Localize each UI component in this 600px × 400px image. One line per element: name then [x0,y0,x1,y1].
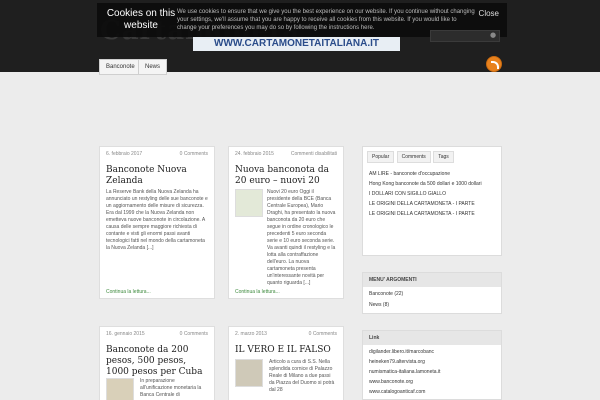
post-card: 16. gennaio 2015 0 Comments Banconote da… [99,326,215,400]
cookie-close-button[interactable]: Close [479,9,499,18]
category-name[interactable]: Banconote [369,291,393,297]
tab-comments[interactable]: Comments [396,151,431,163]
cookie-title: Cookies on this website [106,8,176,31]
category-item: Banconote (22) [369,291,403,298]
widget-title: MENU' ARGOMENTI [363,273,501,287]
tab-tags[interactable]: Tags [433,151,454,163]
popular-list: AM LIRE - banconote d'occupazione Hong K… [369,171,495,218]
post-thumbnail[interactable] [235,359,263,387]
post-meta: 6. febbraio 2017 0 Comments [106,151,208,157]
post-comments-link[interactable]: 0 Comments [309,331,337,337]
post-date: 24. febbraio 2015 [235,151,274,157]
post-meta: 16. gennaio 2015 0 Comments [106,331,208,337]
nav-bar [0,62,600,72]
list-item[interactable]: Hong Kong banconote da 500 dollari e 100… [369,181,495,188]
links-widget: Link digilander.libero.it/marcobanc hein… [362,330,502,400]
post-excerpt: Nuovi 20 euro Oggi il presidente della B… [267,189,336,286]
category-count: (22) [394,291,404,297]
list-item[interactable]: AM LIRE - banconote d'occupazione [369,171,495,178]
nav-item-banconote[interactable]: Banconote [99,59,142,75]
search-icon[interactable]: ● [490,31,496,39]
list-item[interactable]: LE ORIGINI DELLA CARTAMONETA - I PARTE [369,201,495,208]
post-excerpt: La Reserve Bank della Nuova Zelanda ha a… [106,189,208,251]
link-item[interactable]: heineken79.altervista.org [369,359,440,366]
post-comments-link[interactable]: 0 Comments [180,331,208,337]
post-title[interactable]: Banconote da 200 pesos, 500 pesos, 1000 … [106,345,208,378]
category-name[interactable]: News [369,302,382,308]
list-item[interactable]: I DOLLARI CON SIGILLO GIALLO [369,191,495,198]
rss-icon[interactable] [486,56,502,72]
post-thumbnail[interactable] [106,378,134,400]
post-date: 16. gennaio 2015 [106,331,145,337]
post-date: 6. febbraio 2017 [106,151,143,157]
link-item[interactable]: www.catalogoanticaf.com [369,389,440,396]
category-item: News (8) [369,302,403,309]
category-count: (8) [382,302,390,308]
post-title[interactable]: IL VERO E IL FALSO [235,345,337,356]
post-comments-link[interactable]: 0 Comments [180,151,208,157]
read-more-link[interactable]: Continua la lettura... [106,289,151,295]
nav-item-news[interactable]: News [138,59,168,75]
read-more-link[interactable]: Continua la lettura... [235,289,280,295]
post-title[interactable]: Banconote Nuova Zelanda [106,165,208,187]
post-card: 6. febbraio 2017 0 Comments Banconote Nu… [99,146,215,299]
post-meta: 24. febbraio 2015 Commenti disabilitati [235,151,337,157]
link-item[interactable]: numismatica-italiana.lamoneta.it [369,369,440,376]
link-item[interactable]: digilander.libero.it/marcobanc [369,349,440,356]
categories-list: Banconote (22) News (8) [369,291,403,309]
post-card: 2. marzo 2013 0 Comments IL VERO E IL FA… [228,326,344,400]
post-date: 2. marzo 2013 [235,331,267,337]
post-thumbnail[interactable] [235,189,263,217]
sidebar-tabs-widget: Popular Comments Tags AM LIRE - banconot… [362,146,502,256]
categories-widget: MENU' ARGOMENTI Banconote (22) News (8) [362,272,502,314]
post-meta: 2. marzo 2013 0 Comments [235,331,337,337]
post-excerpt: In preparazione all'unificazione monetar… [140,378,202,398]
tab-popular[interactable]: Popular [367,151,395,163]
links-list: digilander.libero.it/marcobanc heineken7… [369,349,440,396]
post-card: 24. febbraio 2015 Commenti disabilitati … [228,146,344,299]
sidebar-tabs: Popular Comments Tags [367,151,455,163]
link-item[interactable]: www.banconote.org [369,379,440,386]
widget-title: Link [363,331,501,345]
post-excerpt: Articolo a cura di S.S. Nella splendida … [269,359,335,393]
post-comments-link[interactable]: Commenti disabilitati [291,151,337,157]
cookie-text: We use cookies to ensure that we give yo… [177,9,475,31]
site-banner[interactable]: WWW.CARTAMONETAITALIANA.IT [193,37,400,51]
list-item[interactable]: LE ORIGINI DELLA CARTAMONETA - I PARTE [369,211,495,218]
